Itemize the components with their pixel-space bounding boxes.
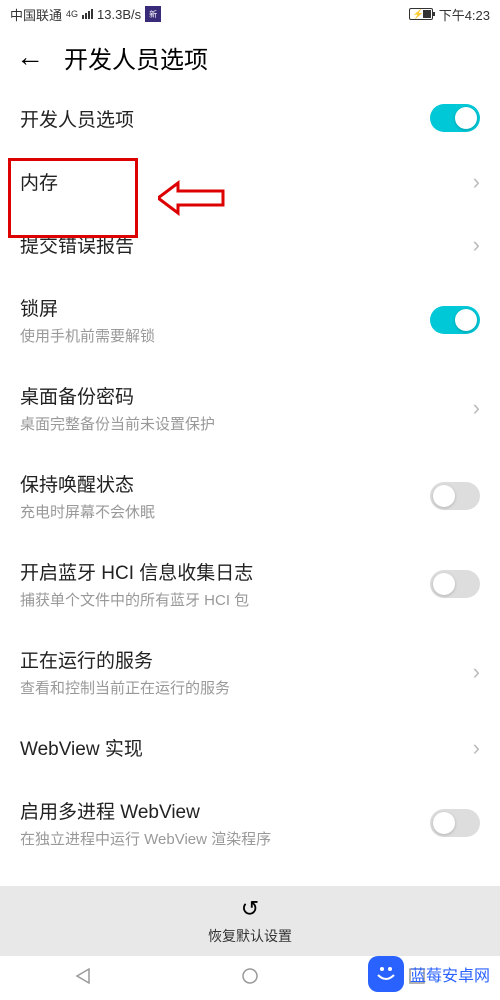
row-running-services[interactable]: 正在运行的服务 查看和控制当前正在运行的服务 › xyxy=(0,628,500,716)
watermark-logo-icon xyxy=(368,956,404,992)
row-developer-options[interactable]: 开发人员选项 xyxy=(0,86,500,150)
row-lockscreen[interactable]: 锁屏 使用手机前需要解锁 xyxy=(0,276,500,364)
row-subtitle: 桌面完整备份当前未设置保护 xyxy=(20,413,473,434)
row-subtitle: 使用手机前需要解锁 xyxy=(20,325,430,346)
network-speed: 13.3B/s xyxy=(97,7,141,22)
page-title: 开发人员选项 xyxy=(64,40,208,75)
row-bluetooth-hci[interactable]: 开启蓝牙 HCI 信息收集日志 捕获单个文件中的所有蓝牙 HCI 包 xyxy=(0,540,500,628)
row-title: WebView 实现 xyxy=(20,734,473,761)
row-subtitle: 查看和控制当前正在运行的服务 xyxy=(20,677,473,698)
row-backup-password[interactable]: 桌面备份密码 桌面完整备份当前未设置保护 › xyxy=(0,364,500,452)
row-memory[interactable]: 内存 › xyxy=(0,150,500,213)
status-right: ⚡ 下午4:23 xyxy=(409,5,490,24)
toggle-stay-awake[interactable] xyxy=(430,482,480,510)
chevron-right-icon: › xyxy=(473,395,480,421)
row-title: 开发人员选项 xyxy=(20,105,430,132)
toggle-bluetooth-hci[interactable] xyxy=(430,570,480,598)
signal-icon xyxy=(82,9,93,19)
row-title: 开启蓝牙 HCI 信息收集日志 xyxy=(20,558,430,585)
toggle-multiprocess-webview[interactable] xyxy=(430,809,480,837)
footer-bar[interactable]: ↺ 恢复默认设置 xyxy=(0,886,500,956)
row-title: 内存 xyxy=(20,168,473,195)
chevron-right-icon: › xyxy=(473,232,480,258)
nav-home-icon[interactable] xyxy=(240,966,260,991)
row-title: 桌面备份密码 xyxy=(20,382,473,409)
reset-icon: ↺ xyxy=(241,896,259,922)
row-title: 正在运行的服务 xyxy=(20,646,473,673)
row-subtitle: 在独立进程中运行 WebView 渲染程序 xyxy=(20,828,430,849)
row-title: 启用多进程 WebView xyxy=(20,797,430,824)
row-bug-report[interactable]: 提交错误报告 › xyxy=(0,213,500,276)
row-webview-impl[interactable]: WebView 实现 › xyxy=(0,716,500,779)
settings-list: 开发人员选项 内存 › 提交错误报告 › 锁屏 使用手机前需要解锁 桌面备份密码… xyxy=(0,86,500,929)
footer-label: 恢复默认设置 xyxy=(208,926,292,946)
chevron-right-icon: › xyxy=(473,169,480,195)
row-stay-awake[interactable]: 保持唤醒状态 充电时屏幕不会休眠 xyxy=(0,452,500,540)
back-arrow-icon[interactable]: ← xyxy=(16,41,44,73)
chevron-right-icon: › xyxy=(473,659,480,685)
toggle-developer-options[interactable] xyxy=(430,104,480,132)
nav-back-icon[interactable] xyxy=(73,966,93,991)
status-left: 中国联通 4G 13.3B/s 新 xyxy=(10,5,161,24)
app-badge-icon: 新 xyxy=(145,6,161,22)
row-title: 锁屏 xyxy=(20,294,430,321)
chevron-right-icon: › xyxy=(473,735,480,761)
battery-icon: ⚡ xyxy=(409,8,433,20)
watermark: 蓝莓安卓网 xyxy=(368,956,490,992)
row-subtitle: 捕获单个文件中的所有蓝牙 HCI 包 xyxy=(20,589,430,610)
row-subtitle: 充电时屏幕不会休眠 xyxy=(20,501,430,522)
toggle-lockscreen[interactable] xyxy=(430,306,480,334)
network-4g-icon: 4G xyxy=(66,10,78,19)
carrier-label: 中国联通 xyxy=(10,5,62,24)
status-bar: 中国联通 4G 13.3B/s 新 ⚡ 下午4:23 xyxy=(0,0,500,28)
watermark-text: 蓝莓安卓网 xyxy=(410,962,490,986)
row-title: 提交错误报告 xyxy=(20,231,473,258)
clock: 下午4:23 xyxy=(439,5,490,24)
row-multiprocess-webview[interactable]: 启用多进程 WebView 在独立进程中运行 WebView 渲染程序 xyxy=(0,779,500,867)
row-title: 保持唤醒状态 xyxy=(20,470,430,497)
page-header: ← 开发人员选项 xyxy=(0,28,500,86)
